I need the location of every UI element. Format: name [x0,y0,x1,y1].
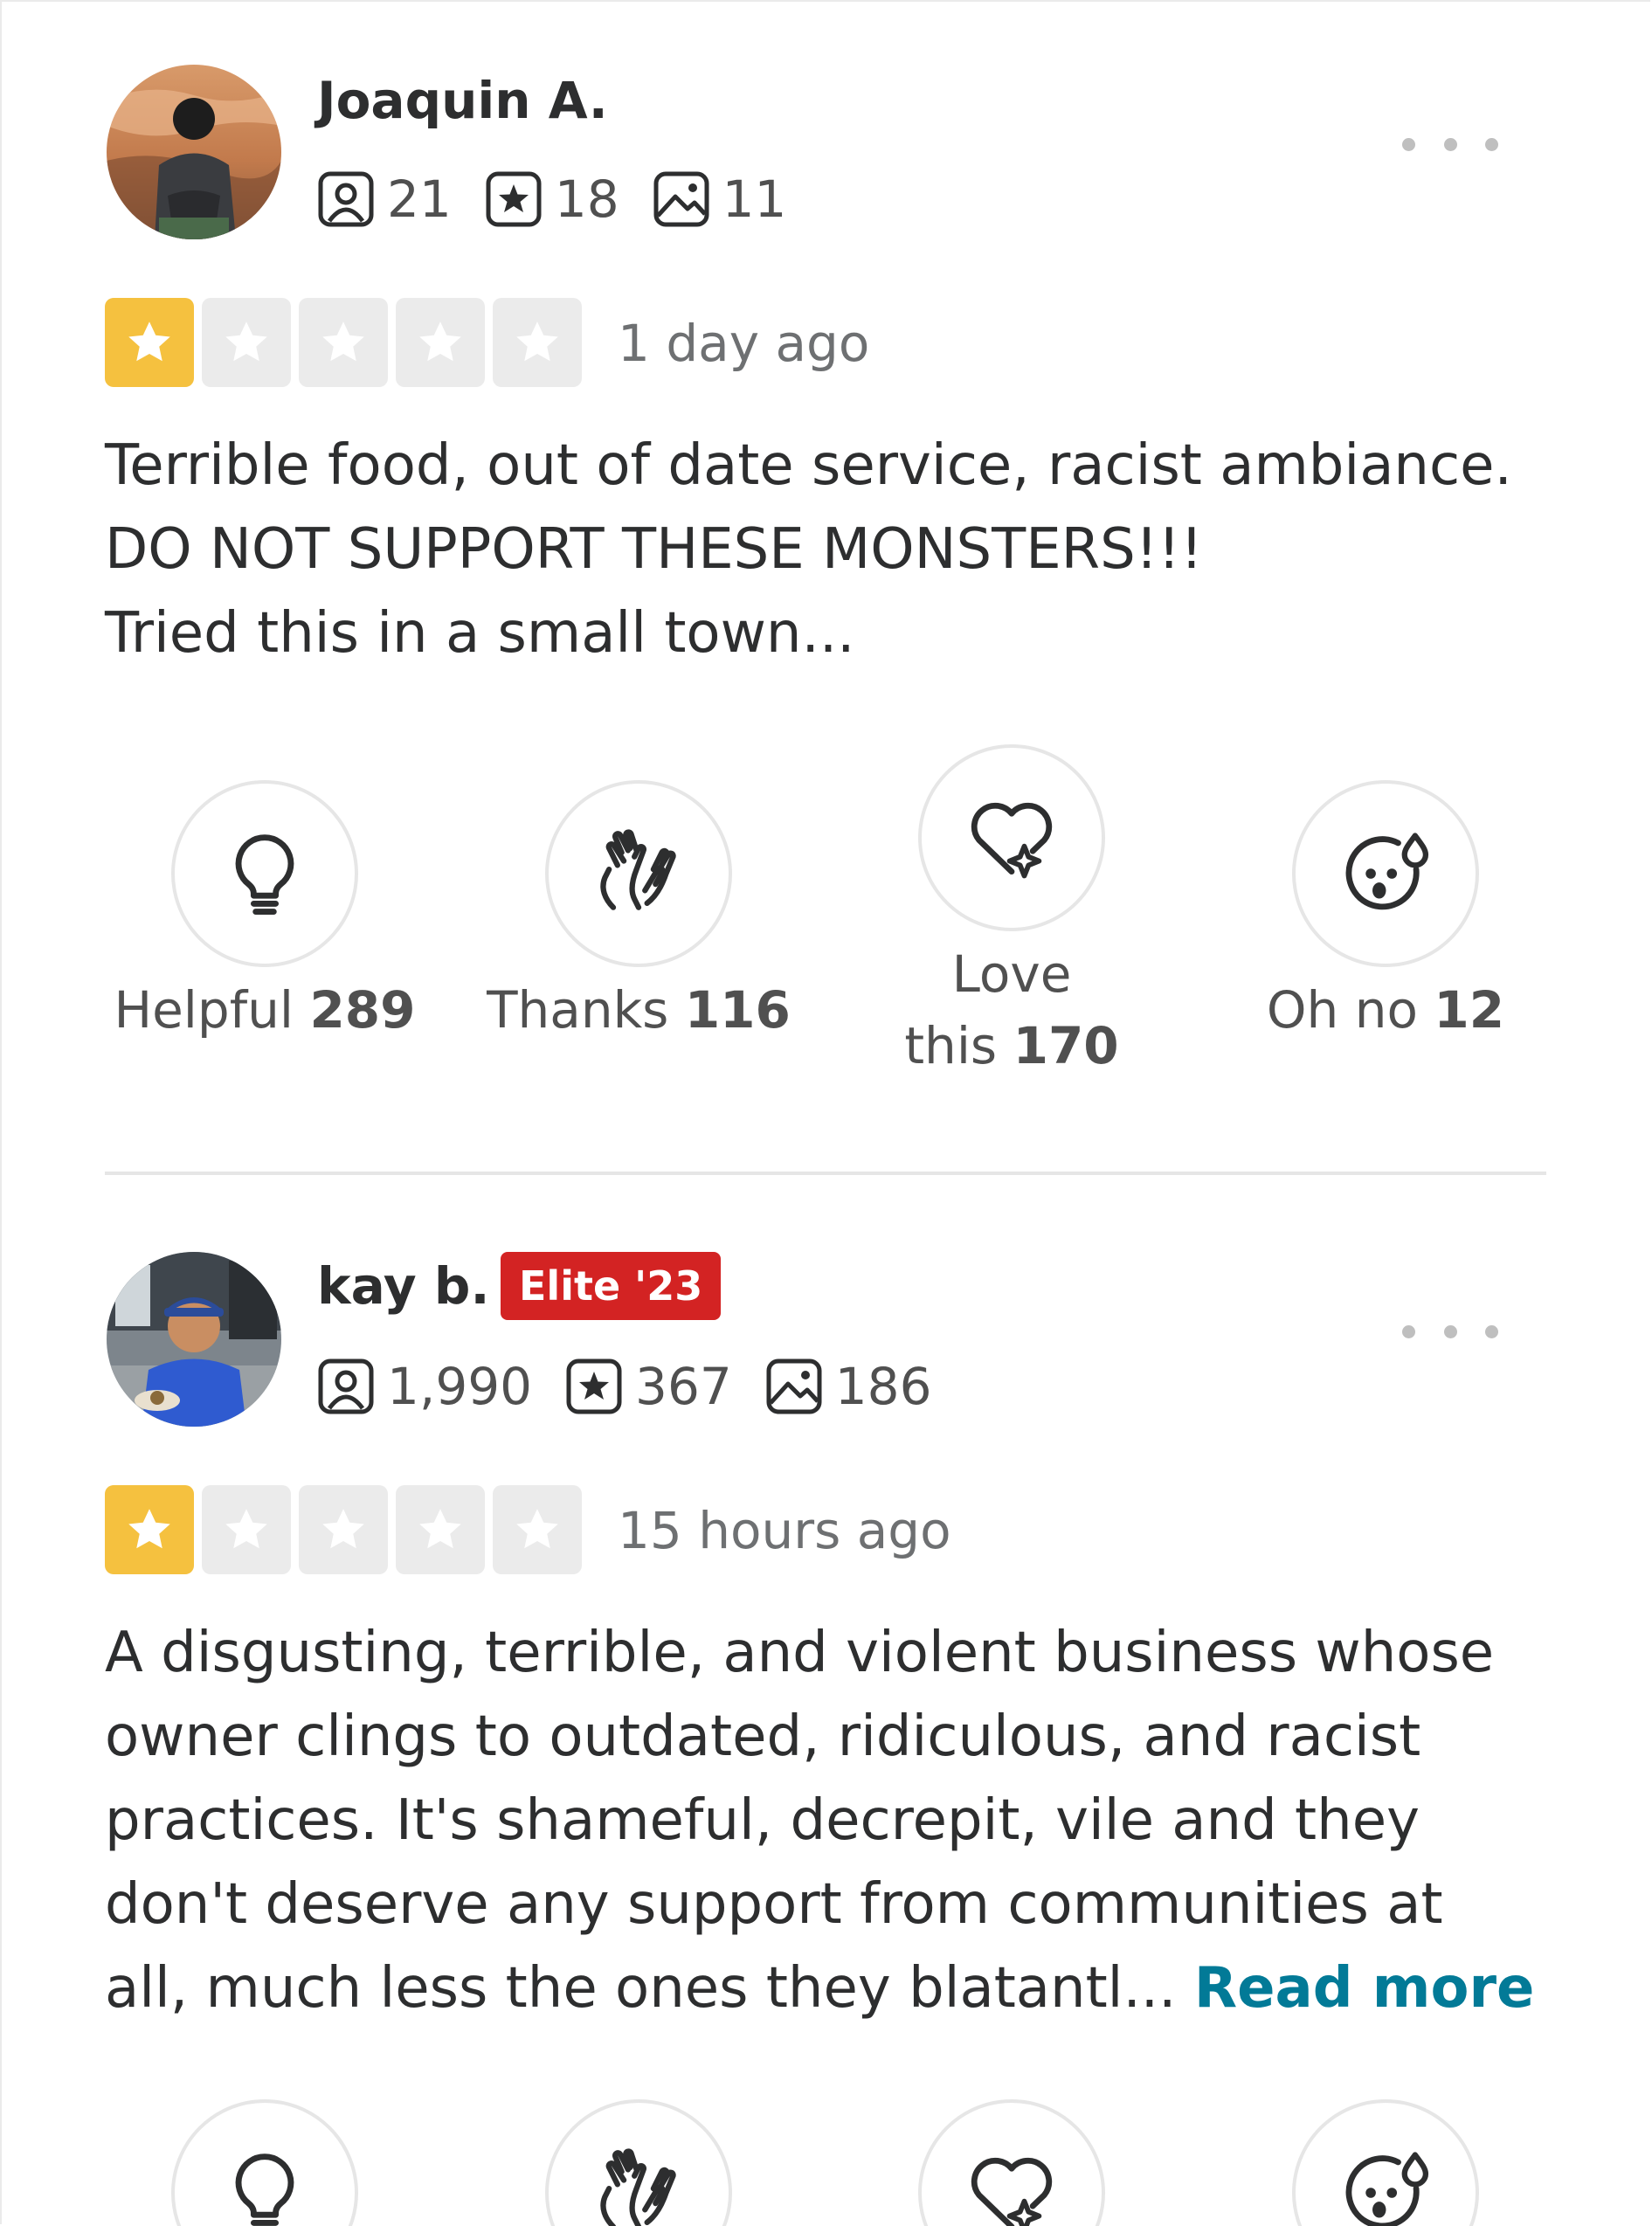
reaction-name: Love [951,944,1072,1004]
thanks-label: Thanks 116 [455,974,822,1046]
user-name[interactable]: kay b. [317,1261,489,1311]
star-rating [105,298,590,387]
reviews-count: 367 [635,1357,732,1416]
star-icon [493,298,582,387]
review-star-icon [486,171,542,227]
photos-stat: 11 [653,169,787,229]
oh-no-button[interactable] [1292,2099,1479,2226]
reaction-name: this [904,1016,998,1075]
reviews-count: 18 [554,169,619,229]
friends-count: 1,990 [387,1357,533,1416]
review-text[interactable]: A disgusting, terrible, and violent busi… [105,1611,1555,2030]
read-more-link[interactable]: Read more [1194,1956,1535,2021]
reaction-count: 116 [684,980,791,1040]
dot-icon [1402,1324,1415,1338]
photo-icon [766,1358,822,1414]
more-options-button[interactable] [1402,1314,1498,1349]
elite-badge: Elite '23 [501,1252,722,1320]
review-star-icon [566,1358,622,1414]
friends-icon [318,1358,374,1414]
review-date: 1 day ago [618,314,870,373]
helpful-reaction[interactable] [81,2099,448,2226]
review-text-line: practices. It's shameful, decrepit, vile… [105,1788,1420,1853]
reaction-name: Helpful [114,980,294,1040]
lightbulb-icon [235,834,294,915]
heart-sparkle-icon [971,802,1053,879]
oh-no-reaction[interactable] [1202,2099,1569,2226]
reaction-name: Thanks [487,980,669,1040]
reviews-stat: 367 [565,1358,732,1415]
photos-stat: 186 [765,1357,932,1416]
oh-no-button[interactable] [1292,780,1479,967]
review-text-line: Terrible food, out of date service, raci… [105,433,1512,498]
love-label: Love this 170 [828,938,1195,1082]
star-icon [299,298,388,387]
star-icon [493,1485,582,1574]
oh-no-reaction[interactable]: Oh no 12 [1202,780,1569,1046]
review-text-line: owner clings to outdated, ridiculous, an… [105,1704,1421,1769]
photos-count: 11 [722,169,787,229]
review-text-line: A disgusting, terrible, and violent busi… [105,1621,1495,1685]
review-date: 15 hours ago [618,1501,951,1560]
love-button[interactable] [918,2099,1105,2226]
user-stats: 21 18 11 [317,170,819,228]
reaction-count: 170 [1013,1016,1119,1075]
high-five-icon [600,2148,676,2226]
dot-icon [1485,1324,1498,1338]
review-text-line-end: all, much less the ones they blatantl... [105,1956,1177,2021]
user-avatar[interactable] [107,65,281,239]
reaction-count: 12 [1434,980,1505,1040]
star-icon [396,298,485,387]
star-icon [105,298,194,387]
lightbulb-icon [235,2153,294,2226]
reaction-count: 289 [309,980,416,1040]
star-icon [202,298,291,387]
more-options-button[interactable] [1402,127,1498,162]
reviews-stat: 18 [485,170,619,228]
thanks-button[interactable] [545,2099,732,2226]
star-icon [396,1485,485,1574]
friends-icon [318,171,374,227]
review-text[interactable]: Terrible food, out of date service, raci… [105,424,1555,675]
photos-count: 186 [834,1357,932,1416]
sweat-face-icon [1345,2152,1429,2226]
high-five-icon [600,829,676,910]
star-icon [105,1485,194,1574]
heart-sparkle-icon [971,2157,1053,2226]
sweat-face-icon [1345,833,1429,910]
helpful-label: Helpful 289 [81,974,448,1046]
friends-stat: 21 [317,170,452,228]
review-divider [105,1172,1546,1175]
helpful-button[interactable] [171,2099,358,2226]
helpful-button[interactable] [171,780,358,967]
user-avatar[interactable] [107,1252,281,1427]
user-stats: 1,990 367 186 [317,1358,964,1415]
review-text-line: DO NOT SUPPORT THESE MONSTERS!!! [105,517,1203,582]
user-name[interactable]: Joaquin A. [317,75,608,126]
star-icon [202,1485,291,1574]
thanks-reaction[interactable]: Thanks 116 [455,780,822,1046]
helpful-reaction[interactable]: Helpful 289 [81,780,448,1046]
reaction-name: Oh no [1266,980,1418,1040]
photo-icon [653,171,709,227]
star-icon [299,1485,388,1574]
review-text-line: don't deserve any support from communiti… [105,1872,1443,1937]
review-text-line: Tried this in a small town... [105,601,855,666]
love-button[interactable] [918,744,1105,931]
dot-icon [1402,137,1415,151]
thanks-reaction[interactable] [455,2099,822,2226]
oh-no-label: Oh no 12 [1202,974,1569,1046]
friends-count: 21 [387,169,452,229]
dot-icon [1443,1324,1457,1338]
dot-icon [1443,137,1457,151]
dot-icon [1485,137,1498,151]
star-rating [105,1485,590,1574]
friends-stat: 1,990 [317,1358,532,1415]
thanks-button[interactable] [545,780,732,967]
love-reaction[interactable] [828,2099,1195,2226]
review-text-line: all, much less the ones they blatantl...… [105,1946,1555,2030]
love-reaction[interactable]: Love this 170 [828,744,1195,1082]
